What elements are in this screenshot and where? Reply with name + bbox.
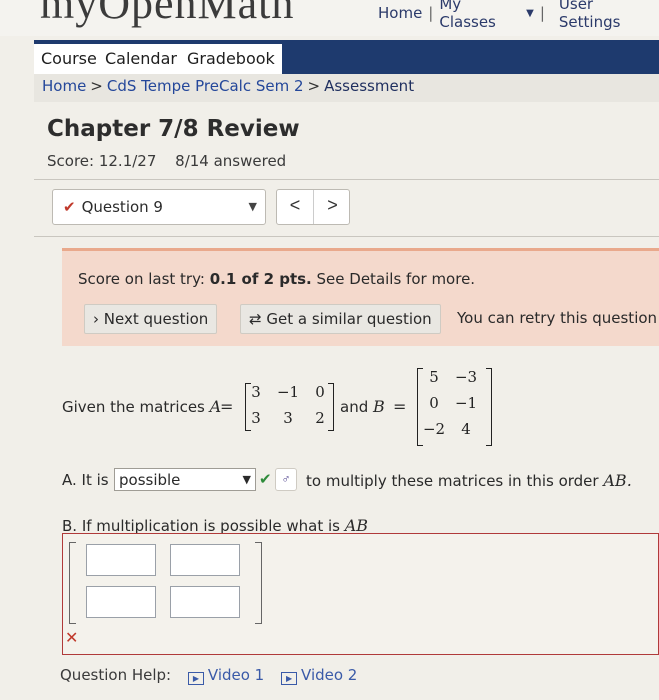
user-settings-link[interactable]: User Settings <box>559 0 659 31</box>
question-select[interactable]: ✔ Question 9 ▼ <box>52 189 266 225</box>
answered-count: 8/14 answered <box>175 152 287 170</box>
tab-course[interactable]: Course <box>34 44 104 74</box>
score-text: Score: 12.1/27 <box>47 152 157 170</box>
similar-question-button[interactable]: ⇄ Get a similar question <box>240 304 441 334</box>
play-icon: ▶ <box>187 672 204 685</box>
incorrect-x-icon: ✕ <box>65 630 79 647</box>
video-1-link[interactable]: ▶ Video 1 <box>187 666 264 685</box>
matrix-a: 3 −1 0 332 <box>251 383 325 427</box>
matrix-bracket <box>486 368 492 446</box>
partial-check-icon: ✔ <box>63 198 76 216</box>
home-link[interactable]: Home <box>378 4 422 22</box>
answer-cell-1-1[interactable] <box>86 544 156 576</box>
alert-message: Score on last try: 0.1 of 2 pts. See Det… <box>78 270 476 288</box>
equals-sign: = <box>393 397 407 416</box>
answer-matrix-box: ✕ <box>62 533 659 655</box>
score-line: Score: 12.1/27 8/14 answered <box>47 152 286 170</box>
score-alert: Score on last try: 0.1 of 2 pts. See Det… <box>62 248 659 346</box>
top-links: Home | My Classes ▼ | User Settings <box>378 0 659 31</box>
question-nav: < > <box>276 189 350 225</box>
next-question-arrow-button[interactable]: > <box>314 190 351 224</box>
chevron-right-icon: › <box>93 310 99 328</box>
video-2-link[interactable]: ▶ Video 2 <box>281 666 357 685</box>
possible-select-value: possible <box>119 471 181 489</box>
chevron-down-icon[interactable]: ▼ <box>526 8 534 19</box>
top-bar: myOpenMath Home | My Classes ▼ | User Se… <box>0 0 659 36</box>
divider <box>34 179 659 180</box>
breadcrumb-current: Assessment <box>324 77 415 95</box>
answer-bracket <box>69 542 76 624</box>
part-a-label: A. It is <box>62 471 109 489</box>
breadcrumb-arrow-icon: > <box>307 77 321 95</box>
my-classes-link[interactable]: My Classes <box>439 0 522 31</box>
tab-gradebook[interactable]: Gradebook <box>180 44 282 74</box>
breadcrumb: Home > CdS Tempe PreCalc Sem 2 > Assessment <box>34 74 659 102</box>
chevron-down-icon: ▼ <box>248 200 257 213</box>
matrix-b: 5 −3 0 −1 −2 4 <box>422 368 478 438</box>
answer-cell-2-1[interactable] <box>86 586 156 618</box>
equals-sign: = <box>220 397 234 416</box>
preview-icon[interactable]: ♂ <box>275 468 297 491</box>
refresh-icon: ⇄ <box>249 310 262 328</box>
possible-select[interactable]: possible ▼ <box>114 468 256 491</box>
correct-check-icon: ✔ <box>259 471 272 488</box>
previous-question-button[interactable]: < <box>277 190 314 224</box>
retry-text: You can retry this question <box>457 309 658 327</box>
and-text: and B <box>340 397 385 416</box>
matrix-b-name: B <box>373 397 385 416</box>
play-icon: ▶ <box>281 672 298 685</box>
answer-cell-2-2[interactable] <box>170 586 240 618</box>
tab-calendar[interactable]: Calendar <box>98 44 184 74</box>
answer-bracket <box>255 542 262 624</box>
part-a-text: to multiply these matrices in this order… <box>306 471 632 490</box>
divider <box>34 236 659 237</box>
question-text: Given the matrices A <box>62 397 222 416</box>
breadcrumb-course[interactable]: CdS Tempe PreCalc Sem 2 <box>107 77 304 95</box>
answer-cell-1-2[interactable] <box>170 544 240 576</box>
breadcrumb-home[interactable]: Home <box>42 77 86 95</box>
question-help: Question Help: ▶ Video 1 ▶ Video 2 <box>60 666 358 685</box>
matrix-bracket <box>328 383 334 431</box>
order-text: AB. <box>603 471 632 490</box>
separator: | <box>539 4 545 22</box>
separator: | <box>428 4 434 22</box>
breadcrumb-arrow-icon: > <box>90 77 103 95</box>
page-title: Chapter 7/8 Review <box>47 116 300 142</box>
next-question-button[interactable]: › Next question <box>84 304 218 334</box>
chevron-down-icon: ▼ <box>242 473 251 486</box>
site-logo[interactable]: myOpenMath <box>40 0 294 29</box>
question-select-label: Question 9 <box>81 198 163 216</box>
